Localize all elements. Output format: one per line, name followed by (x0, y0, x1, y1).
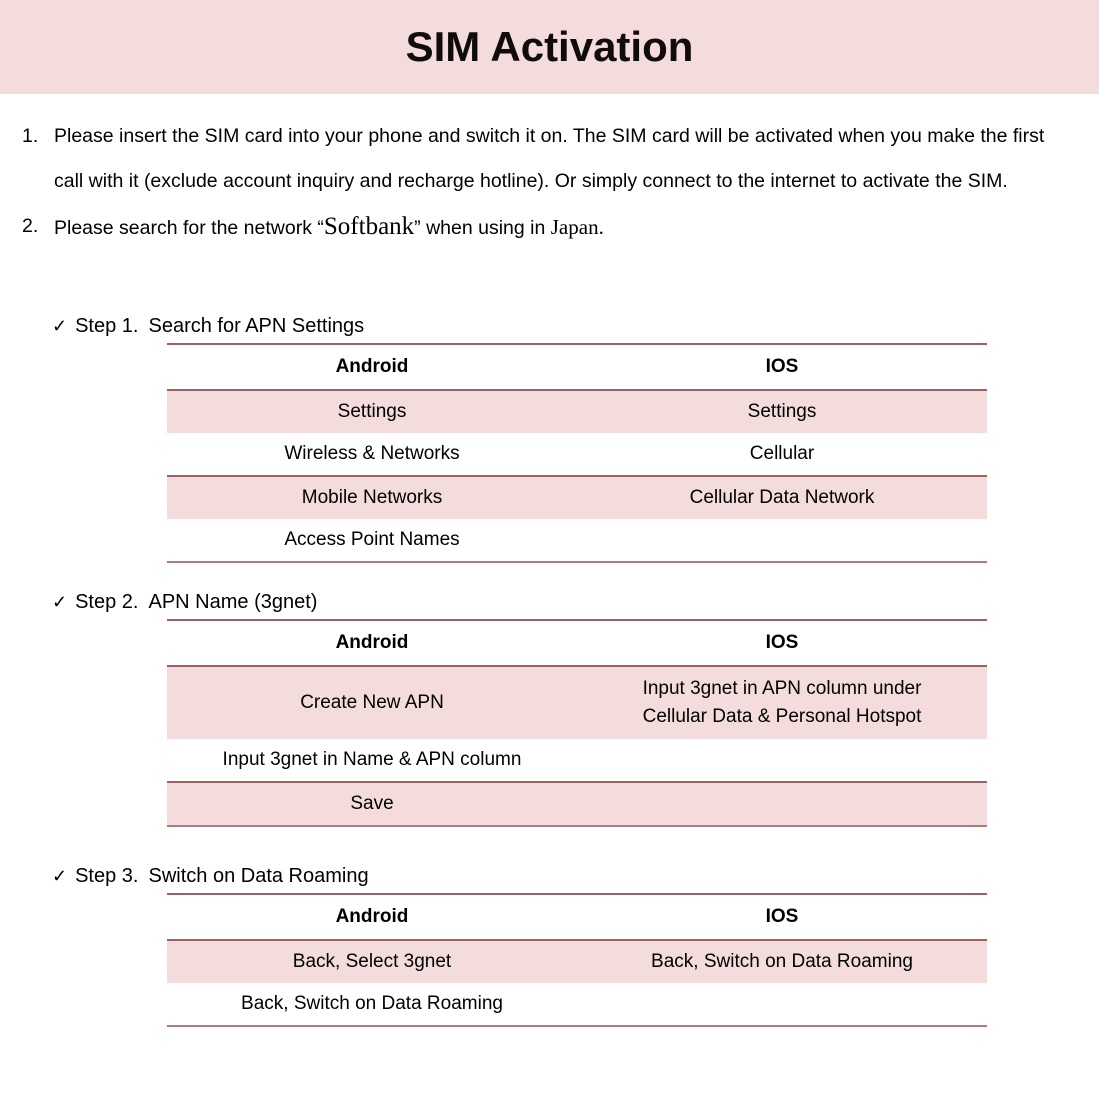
page-title: SIM Activation (405, 23, 694, 70)
cell-ios: Input 3gnet in APN column under Cellular… (577, 665, 987, 739)
intro-list: 1. Please insert the SIM card into your … (0, 114, 1099, 251)
page-header: SIM Activation (0, 0, 1099, 94)
table-row: Back, Select 3gnet Back, Switch on Data … (167, 939, 987, 983)
step-label-1: Step 1. (75, 315, 139, 337)
intro-suffix: . (598, 215, 604, 239)
step-heading-3: ✓ Step 3. Switch on Data Roaming (52, 861, 1099, 891)
check-icon: ✓ (52, 866, 68, 886)
cell-android: Access Point Names (167, 519, 577, 563)
cell-android: Back, Switch on Data Roaming (167, 983, 577, 1027)
column-header-android: Android (167, 343, 577, 390)
cell-android: Back, Select 3gnet (167, 939, 577, 983)
cell-android: Save (167, 781, 577, 827)
column-header-ios: IOS (577, 343, 987, 390)
step-heading-2: ✓ Step 2. APN Name (3gnet) (52, 587, 1099, 617)
cell-ios: Back, Switch on Data Roaming (577, 939, 987, 983)
network-name: Softbank (323, 213, 415, 240)
step-desc-2: APN Name (3gnet) (148, 591, 318, 613)
table-row: Mobile Networks Cellular Data Network (167, 475, 987, 519)
step-label-2: Step 2. (75, 591, 139, 613)
cell-ios-empty (577, 781, 987, 827)
cell-android: Create New APN (167, 665, 577, 739)
table-row: Back, Switch on Data Roaming (167, 983, 987, 1027)
cell-android: Input 3gnet in Name & APN column (222, 749, 522, 771)
table-row: Access Point Names (167, 519, 987, 563)
intro-text-1: Please insert the SIM card into your pho… (54, 125, 1045, 192)
table-header-row: Android IOS (167, 343, 987, 390)
step-heading-1: ✓ Step 1. Search for APN Settings (52, 311, 1099, 341)
table-row: Save (167, 781, 987, 827)
cell-ios: Settings (577, 389, 987, 433)
cell-ios-empty (577, 519, 987, 563)
table-row: Wireless & Networks Cellular (167, 433, 987, 476)
intro-number-2: 2. (22, 215, 39, 237)
intro-item-2: 2. Please search for the network “Softba… (14, 204, 1077, 251)
table-row: Input 3gnet in Name & APN column (167, 739, 987, 782)
cell-ios-empty (577, 739, 987, 782)
cell-ios: Cellular Data Network (577, 475, 987, 519)
cell-ios-empty (577, 983, 987, 1027)
check-icon: ✓ (52, 592, 68, 612)
check-icon: ✓ (52, 316, 68, 336)
step-block-3: ✓ Step 3. Switch on Data Roaming Android… (52, 861, 1099, 1027)
intro-middle: ” when using in (414, 217, 551, 239)
cell-ios-line-1: Input 3gnet in APN column under (642, 678, 922, 700)
intro-prefix: Please search for the network “ (54, 217, 324, 239)
cell-android: Mobile Networks (167, 475, 577, 519)
column-header-android: Android (167, 893, 577, 940)
step-2-table: Android IOS Create New APN Input 3gnet i… (167, 619, 987, 827)
intro-item-1: 1. Please insert the SIM card into your … (14, 114, 1077, 204)
table-row: Settings Settings (167, 389, 987, 433)
table-header-row: Android IOS (167, 893, 987, 940)
intro-number-1: 1. (22, 125, 39, 147)
step-block-2: ✓ Step 2. APN Name (3gnet) Android IOS C… (52, 587, 1099, 827)
column-header-android: Android (167, 619, 577, 666)
step-label-3: Step 3. (75, 865, 139, 887)
step-3-table: Android IOS Back, Select 3gnet Back, Swi… (167, 893, 987, 1027)
cell-ios: Cellular (749, 443, 815, 465)
cell-android: Wireless & Networks (284, 443, 460, 465)
country-name: Japan (550, 215, 599, 239)
cell-android: Settings (167, 389, 577, 433)
intro-text-2: Please search for the network “Softbank”… (54, 204, 1077, 251)
step-1-table: Android IOS Settings Settings Wireless &… (167, 343, 987, 563)
cell-ios-line-2: Cellular Data & Personal Hotspot (642, 706, 922, 727)
step-desc-1: Search for APN Settings (148, 315, 365, 337)
column-header-ios: IOS (577, 893, 987, 940)
steps-container: ✓ Step 1. Search for APN Settings Androi… (0, 311, 1099, 1027)
step-desc-3: Switch on Data Roaming (148, 865, 369, 887)
table-header-row: Android IOS (167, 619, 987, 666)
column-header-ios: IOS (577, 619, 987, 666)
step-block-1: ✓ Step 1. Search for APN Settings Androi… (52, 311, 1099, 563)
table-row: Create New APN Input 3gnet in APN column… (167, 665, 987, 739)
